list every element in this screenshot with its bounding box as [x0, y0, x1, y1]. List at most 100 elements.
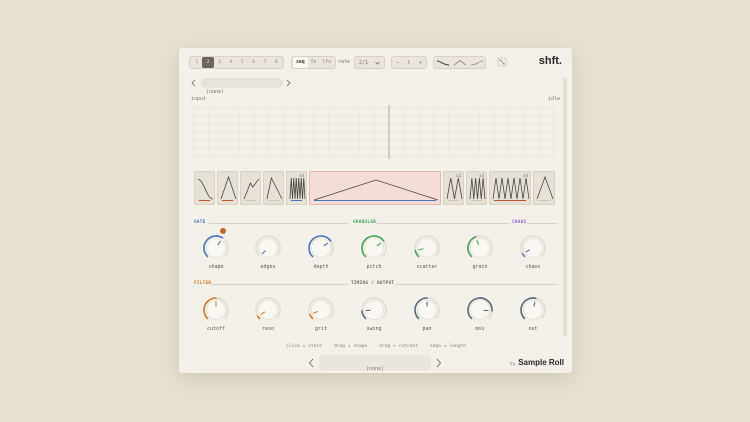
input-label: input	[191, 96, 207, 102]
cutoff-knob-dial	[203, 297, 229, 320]
shape-knob-dial	[203, 235, 229, 258]
brand-logo: shft.	[538, 55, 562, 67]
knob-mix[interactable]: mix	[464, 296, 496, 340]
depth-label: depth	[313, 264, 329, 270]
knob-edges[interactable]: edges	[252, 234, 284, 278]
preset-selector-top[interactable]: (none)	[201, 78, 283, 95]
stepper-value: t	[407, 59, 411, 66]
section-timing: TIMING / OUTPUT	[351, 281, 395, 286]
tab-fx[interactable]: fx	[308, 57, 320, 68]
knob-chaos[interactable]: chaos	[517, 234, 549, 278]
sequencer-cell-7[interactable]: x2	[443, 171, 464, 205]
hint-text: drag ↕ shape	[334, 344, 368, 349]
sequencer-cell-8[interactable]: x3	[466, 171, 487, 205]
link-icon	[221, 238, 225, 242]
sequencer-cell-1[interactable]	[194, 171, 215, 205]
shape-label: shape	[208, 264, 224, 270]
sequencer-cell-6[interactable]	[309, 171, 441, 205]
preset-next-icon[interactable]	[286, 79, 291, 87]
knob-pan[interactable]: pan	[411, 296, 443, 340]
section-filter: FILTER	[194, 281, 212, 286]
cell-state-bar	[222, 199, 233, 201]
section-chaos: CHAOS	[512, 220, 527, 225]
cell-ratchet-label: x2	[456, 173, 461, 178]
knob-grit[interactable]: grit	[305, 296, 337, 340]
knob-out[interactable]: out	[517, 296, 549, 340]
section-granular: GRANULAR	[353, 220, 377, 225]
knob-shape[interactable]: shape	[200, 234, 232, 278]
pan-label: pan	[422, 326, 432, 332]
preset-top-value: (none)	[206, 89, 225, 95]
step-selector: 12345678	[189, 56, 284, 69]
step-button-7[interactable]: 7	[259, 57, 270, 68]
sequencer-cell-2[interactable]	[217, 171, 238, 205]
cell-state-bar	[245, 199, 256, 201]
curve-peak-icon[interactable]	[453, 59, 467, 66]
scatter-label: scatter	[416, 264, 438, 270]
dice-icon[interactable]	[497, 57, 507, 67]
sequencer-cell-4[interactable]	[263, 171, 284, 205]
footer-brand: by Sample Roll	[510, 358, 564, 367]
edges-knob-dial	[255, 235, 281, 258]
knob-scatter[interactable]: scatter	[411, 234, 443, 278]
cell-state-bar	[471, 199, 482, 201]
curve-selector	[433, 56, 486, 69]
knob-pitch[interactable]: pitch	[358, 234, 390, 278]
knob-swing[interactable]: swing	[358, 296, 390, 340]
knob-depth[interactable]: depth	[305, 234, 337, 278]
stepper-minus-button[interactable]: —	[396, 60, 399, 66]
hint-text: click = state	[286, 344, 322, 349]
sequencer-cell-10[interactable]	[533, 171, 555, 205]
mix-knob-dial	[467, 297, 493, 320]
scrollbar[interactable]	[563, 78, 567, 336]
depth-knob-dial	[308, 235, 334, 258]
sequencer-cell-5[interactable]: x4	[286, 171, 307, 205]
step-button-6[interactable]: 6	[248, 57, 259, 68]
cell-state-bar	[494, 199, 526, 201]
stepper-plus-button[interactable]: +	[419, 60, 422, 66]
rate-label: rate	[338, 59, 351, 65]
curve-rise-icon[interactable]	[470, 59, 484, 66]
sequencer-cell-9[interactable]: x4	[489, 171, 531, 205]
link-badge[interactable]	[220, 228, 226, 242]
curve-fall-icon[interactable]	[436, 59, 450, 66]
chaos-knob-dial	[520, 235, 546, 258]
sequencer-cell-3[interactable]	[240, 171, 261, 205]
section-gate: GATE	[194, 220, 206, 225]
chaos-label: chaos	[525, 264, 541, 270]
footer-brand-name: Sample Roll	[518, 358, 564, 367]
hint-text: edge = length	[430, 344, 466, 349]
knob-cutoff[interactable]: cutoff	[200, 296, 232, 340]
tab-seq[interactable]: seq	[293, 57, 308, 68]
grain-label: grain	[472, 264, 488, 270]
step-button-2[interactable]: 2	[202, 57, 214, 68]
reso-knob-dial	[255, 297, 281, 320]
step-button-8[interactable]: 8	[271, 57, 282, 68]
cell-ratchet-label: x4	[523, 173, 528, 178]
cell-state-bar	[199, 199, 210, 201]
chevron-down-icon	[375, 61, 380, 65]
cell-ratchet-label: x3	[479, 173, 484, 178]
step-button-5[interactable]: 5	[237, 57, 248, 68]
waveform-display	[192, 105, 556, 159]
knob-grain[interactable]: grain	[464, 234, 496, 278]
footer-by: by	[509, 362, 516, 367]
cell-ratchet-label: x4	[299, 173, 304, 178]
step-button-4[interactable]: 4	[225, 57, 236, 68]
plugin-window: 12345678 seq fx lfo rate 2/1 — t + shft. (…	[179, 48, 572, 373]
scatter-knob-dial	[414, 235, 440, 258]
cutoff-label: cutoff	[206, 326, 226, 332]
preset-prev-icon[interactable]	[191, 79, 196, 87]
rate-select[interactable]: 2/1	[354, 56, 385, 69]
step-button-1[interactable]: 1	[191, 57, 202, 68]
tab-lfo[interactable]: lfo	[319, 57, 334, 68]
step-button-3[interactable]: 3	[214, 57, 225, 68]
preset-selector-bottom[interactable]: (none)	[319, 355, 431, 372]
hint-bar: click = state drag ↕ shape drag ↔ ratchet e…	[286, 344, 466, 349]
out-label: out	[528, 326, 538, 332]
rate-value: 2/1	[359, 59, 369, 66]
preset-bottom-prev-icon[interactable]	[308, 358, 314, 368]
preset-bottom-next-icon[interactable]	[436, 358, 442, 368]
knob-reso[interactable]: reso	[252, 296, 284, 340]
edges-label: edges	[260, 264, 276, 270]
